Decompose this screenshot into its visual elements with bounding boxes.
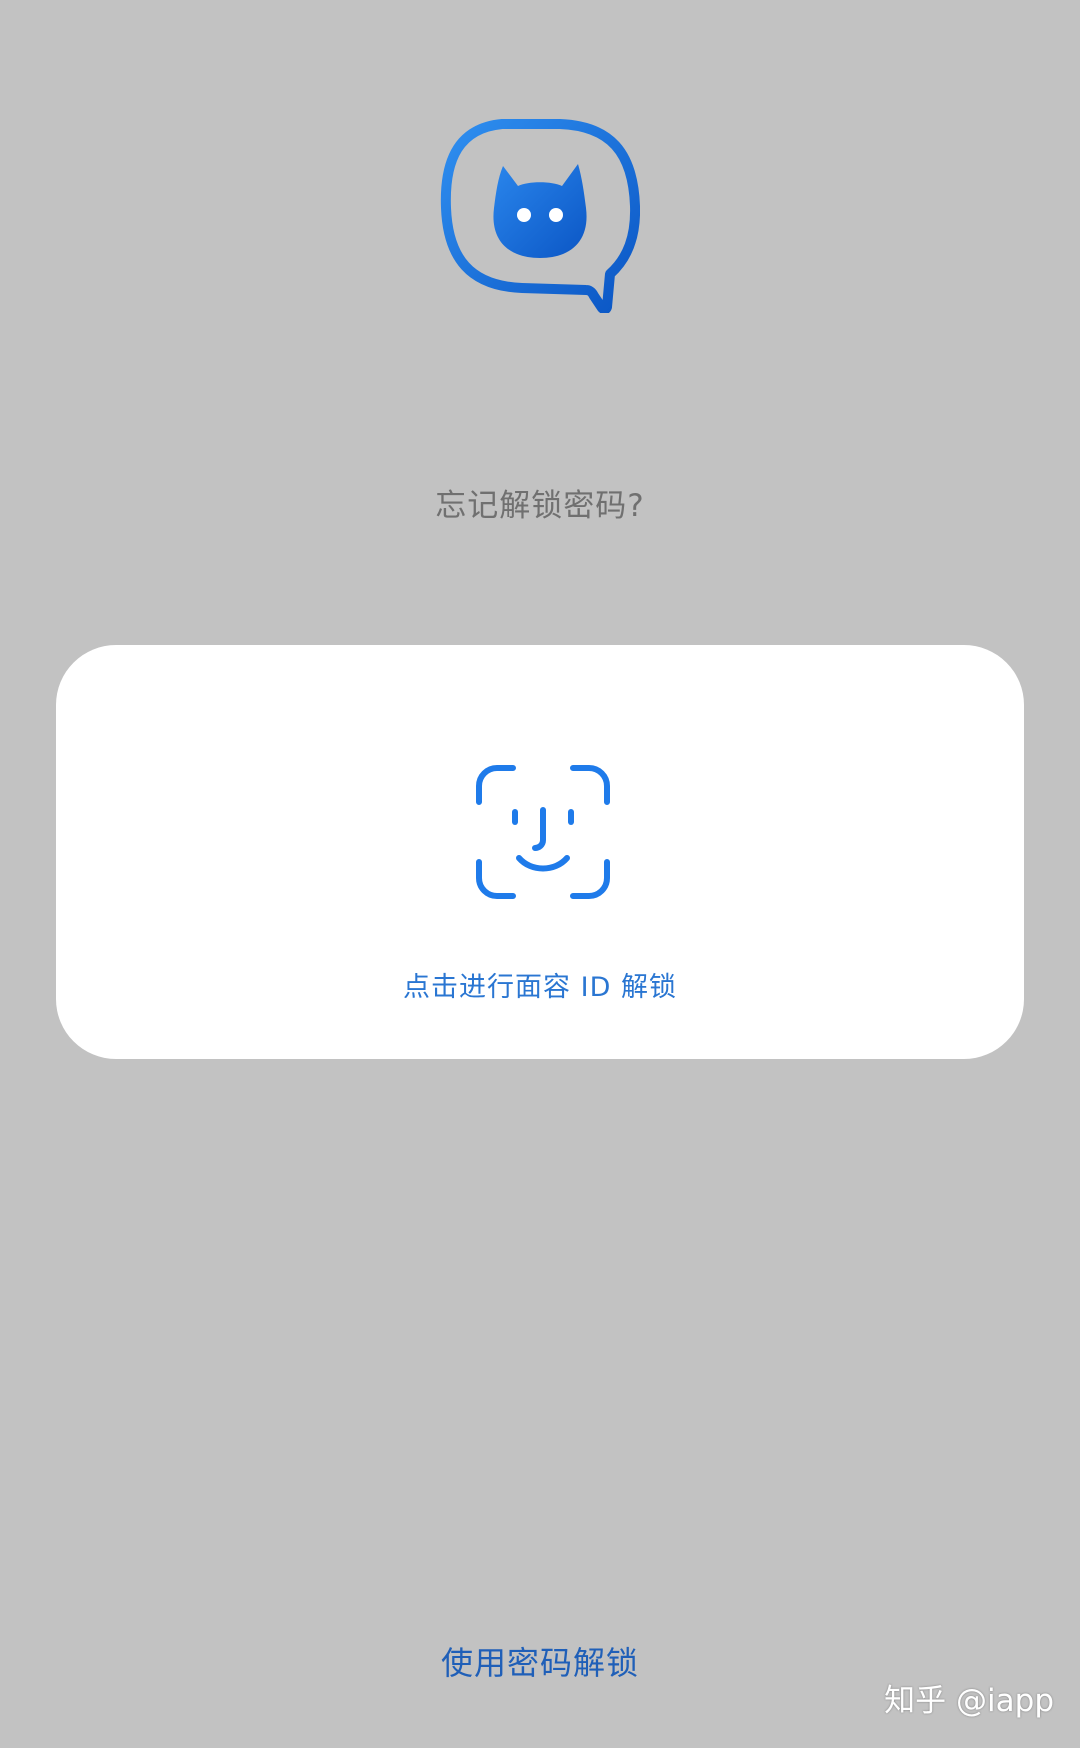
forgot-password-link[interactable]: 忘记解锁密码? (0, 480, 1080, 525)
face-id-icon (476, 765, 610, 899)
watermark-text: 知乎 @iapp (884, 1683, 1054, 1719)
app-logo-icon (440, 119, 640, 313)
face-id-label: 点击进行面容 ID 解锁 (403, 972, 677, 1003)
face-id-unlock-card[interactable]: 点击进行面容 ID 解锁 (56, 645, 1024, 1059)
